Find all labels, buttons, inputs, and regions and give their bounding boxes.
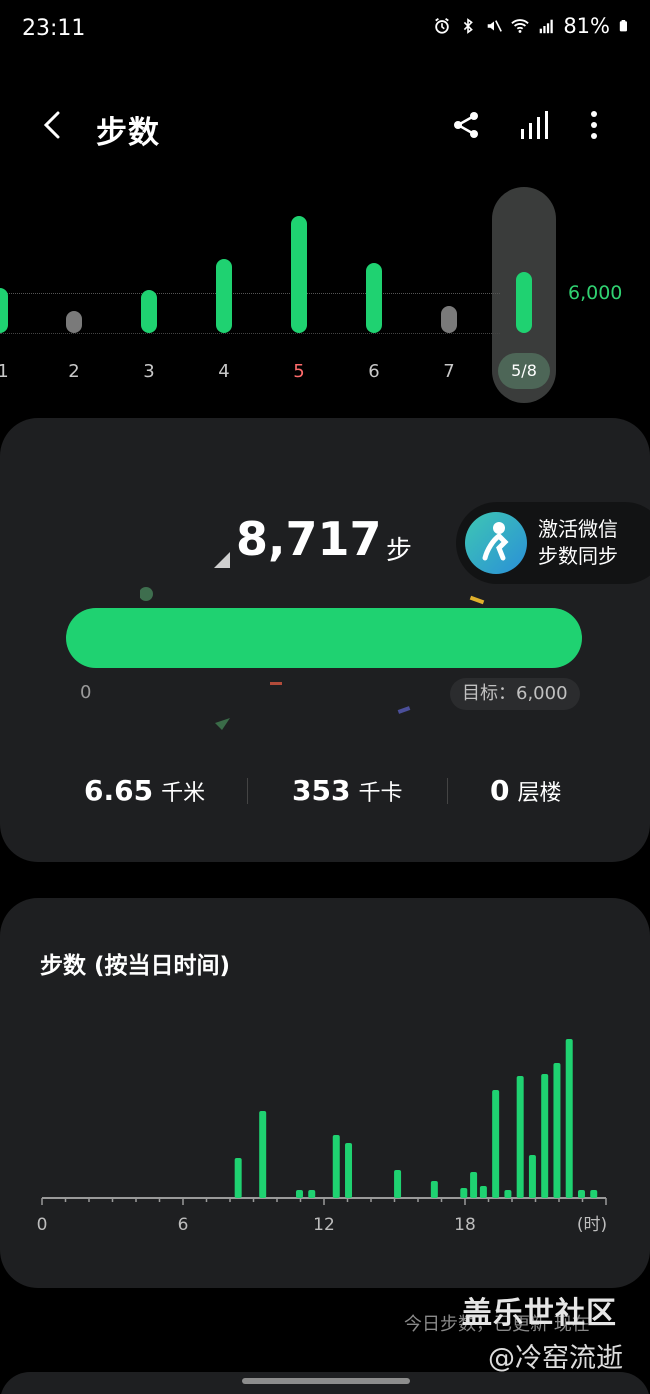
- day-label-3[interactable]: 3: [129, 361, 169, 382]
- day-label-5[interactable]: 5: [279, 361, 319, 382]
- x-tick-label: 6: [178, 1215, 189, 1235]
- calories-stat: 353 千卡: [292, 774, 403, 807]
- steps-count: 8,717: [236, 512, 382, 566]
- more-options-icon[interactable]: [576, 107, 612, 143]
- x-tick-label: (时): [577, 1215, 607, 1235]
- day-bar-5[interactable]: [291, 216, 307, 333]
- home-indicator[interactable]: [242, 1378, 410, 1384]
- watermark-author: @冷窑流逝: [488, 1343, 623, 1374]
- day-bar-1[interactable]: [0, 288, 8, 333]
- day-bar-8[interactable]: [516, 271, 532, 333]
- signal-5g-icon: [540, 19, 554, 34]
- goal-chip: 目标：6,000: [450, 678, 580, 710]
- battery-icon: [619, 20, 627, 32]
- day-bar-4[interactable]: [216, 259, 232, 333]
- day-label-6[interactable]: 6: [354, 361, 394, 382]
- day-label-2[interactable]: 2: [54, 361, 94, 382]
- hour-bar: [492, 1090, 500, 1198]
- hour-bar: [528, 1155, 536, 1198]
- hour-bar: [470, 1172, 478, 1198]
- x-tick-label: 12: [313, 1215, 335, 1235]
- hour-bar: [541, 1074, 549, 1198]
- daily-summary-card: 8,717 步 激活微信 步数同步 0 目标：6,000 6.65 千米 353 千…: [0, 418, 650, 862]
- page-title: 步数: [96, 115, 160, 151]
- day-bar-6[interactable]: [366, 262, 382, 333]
- goal-progress-fill: [66, 608, 582, 668]
- day-bar-2[interactable]: [66, 311, 82, 333]
- hour-bar: [259, 1111, 267, 1198]
- status-icons: 81%: [433, 14, 630, 38]
- day-label-7[interactable]: 7: [429, 361, 469, 382]
- hour-bar: [553, 1063, 561, 1198]
- battery-percent: 81%: [563, 14, 610, 38]
- distance-stat: 6.65 千米: [84, 774, 206, 807]
- selected-date-label[interactable]: 5/8: [498, 353, 550, 389]
- baseline: [0, 333, 500, 334]
- running-person-icon: [465, 512, 527, 574]
- hour-bar: [332, 1135, 340, 1198]
- back-arrow-icon[interactable]: [34, 107, 70, 143]
- hour-bar: [590, 1190, 598, 1198]
- hour-bar: [394, 1170, 402, 1198]
- hour-bar: [295, 1190, 303, 1198]
- hour-bar: [234, 1158, 242, 1198]
- hourly-steps-card: 步数 (按当日时间) 0 6 12 18 (时): [0, 898, 650, 1288]
- confetti-triangle: [214, 552, 230, 568]
- day-bar-7[interactable]: [441, 306, 457, 333]
- day-label-1[interactable]: /1: [0, 361, 20, 382]
- hour-bar: [430, 1181, 438, 1198]
- hour-bar: [460, 1188, 468, 1198]
- hourly-chart-title: 步数 (按当日时间): [40, 953, 231, 979]
- bluetooth-icon: [464, 18, 474, 34]
- chart-view-icon[interactable]: [516, 107, 552, 143]
- floors-stat: 0 层楼: [490, 774, 562, 807]
- day-label-4[interactable]: 4: [204, 361, 244, 382]
- weekly-steps-chart[interactable]: 6,000 /1 2 3 4 5 6 7 5/8: [0, 185, 650, 405]
- share-icon[interactable]: [448, 107, 484, 143]
- activate-wechat-sync-button[interactable]: 激活微信 步数同步: [456, 502, 650, 584]
- goal-line-label: 6,000: [568, 282, 623, 304]
- x-tick-label: 0: [37, 1215, 48, 1235]
- mute-icon: [488, 20, 503, 32]
- samsung-health-steps-page: 23:11 81% 步数 6,000 /1 2 3 4 5 6 7 5/8: [0, 0, 650, 1394]
- status-bar: 23:11 81%: [0, 0, 650, 58]
- stat-divider: [447, 778, 448, 804]
- goal-line: [0, 293, 500, 294]
- alarm-icon: [435, 18, 450, 34]
- x-tick-label: 18: [454, 1215, 476, 1235]
- hour-bar: [345, 1143, 353, 1198]
- hour-bar: [308, 1190, 316, 1198]
- stat-divider: [247, 778, 248, 804]
- wechat-sync-label: 激活微信 步数同步: [538, 517, 618, 568]
- wifi-icon: [511, 19, 530, 33]
- status-time: 23:11: [22, 16, 86, 41]
- goal-progress-bar: [66, 608, 582, 668]
- hourly-steps-chart[interactable]: 0 6 12 18 (时): [0, 1018, 650, 1248]
- hour-bar: [577, 1190, 585, 1198]
- hour-bar: [504, 1190, 512, 1198]
- progress-start-label: 0: [80, 682, 92, 703]
- day-bar-3[interactable]: [141, 289, 157, 333]
- hour-bar: [516, 1076, 524, 1198]
- app-header: 步数: [0, 95, 650, 159]
- hour-bar: [565, 1039, 573, 1198]
- hour-bar: [479, 1186, 487, 1198]
- steps-unit: 步: [386, 536, 413, 566]
- watermark-community: 盖乐世社区: [462, 1296, 617, 1331]
